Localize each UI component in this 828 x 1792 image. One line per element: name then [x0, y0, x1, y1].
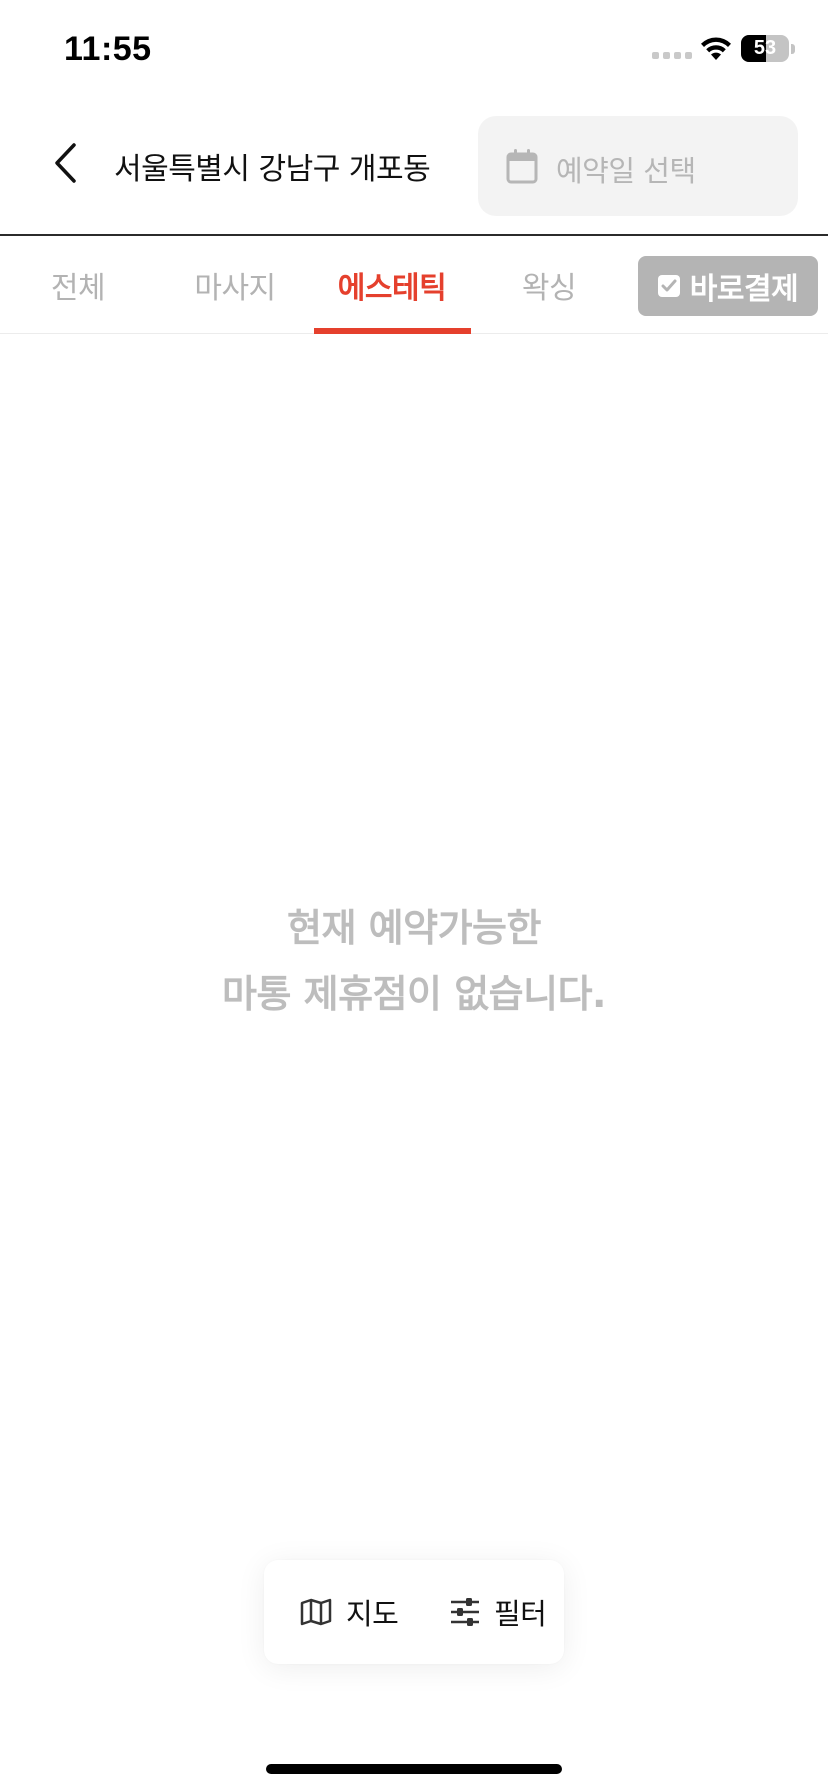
date-picker-button[interactable]: 예약일 선택	[478, 116, 798, 216]
home-indicator	[266, 1764, 562, 1774]
battery-level: 53	[753, 37, 777, 59]
location-title[interactable]: 서울특별시 강남구 개포동	[114, 144, 431, 188]
header: 서울특별시 강남구 개포동 예약일 선택	[0, 100, 828, 234]
direct-pay-toggle[interactable]: 바로결제	[638, 256, 818, 316]
chevron-left-icon	[55, 143, 76, 183]
tab-waxing[interactable]: 왁싱	[471, 236, 627, 334]
battery-tip	[791, 44, 795, 54]
back-button[interactable]	[40, 138, 90, 188]
empty-state-line-2: 마통 제휴점이 없습니다.	[222, 972, 607, 1016]
calendar-icon	[506, 149, 538, 184]
filter-label: 필터	[494, 1597, 547, 1631]
active-tab-indicator	[314, 328, 471, 334]
tab-all[interactable]: 전체	[0, 236, 156, 334]
screen: 11:55 53 서울특별시 강남구 개포동 예약일 선택 전체 마사지 에스테…	[0, 0, 828, 1792]
category-tabs: 전체 마사지 에스테틱 왁싱 바로결제	[0, 236, 828, 334]
floating-action-bar: 지도 필터	[264, 1560, 564, 1664]
date-picker-placeholder: 예약일 선택	[556, 154, 696, 188]
tab-esthetic[interactable]: 에스테틱	[314, 236, 470, 334]
status-time: 11:55	[64, 30, 152, 68]
map-button[interactable]: 지도	[300, 1560, 399, 1664]
direct-pay-label: 바로결제	[689, 272, 799, 307]
map-icon	[300, 1598, 332, 1626]
filter-button[interactable]: 필터	[450, 1560, 547, 1664]
tab-massage[interactable]: 마사지	[157, 236, 313, 334]
wifi-icon	[701, 37, 731, 60]
empty-state-line-1: 현재 예약가능한	[287, 906, 541, 950]
cellular-signal-icon	[652, 52, 692, 59]
map-label: 지도	[346, 1597, 399, 1631]
battery-icon: 53	[741, 35, 789, 62]
checkbox-checked-icon	[657, 275, 680, 297]
sliders-icon	[451, 1598, 479, 1626]
empty-state-message: 현재 예약가능한 마통 제휴점이 없습니다.	[0, 895, 828, 1027]
status-bar: 11:55 53	[0, 0, 828, 100]
